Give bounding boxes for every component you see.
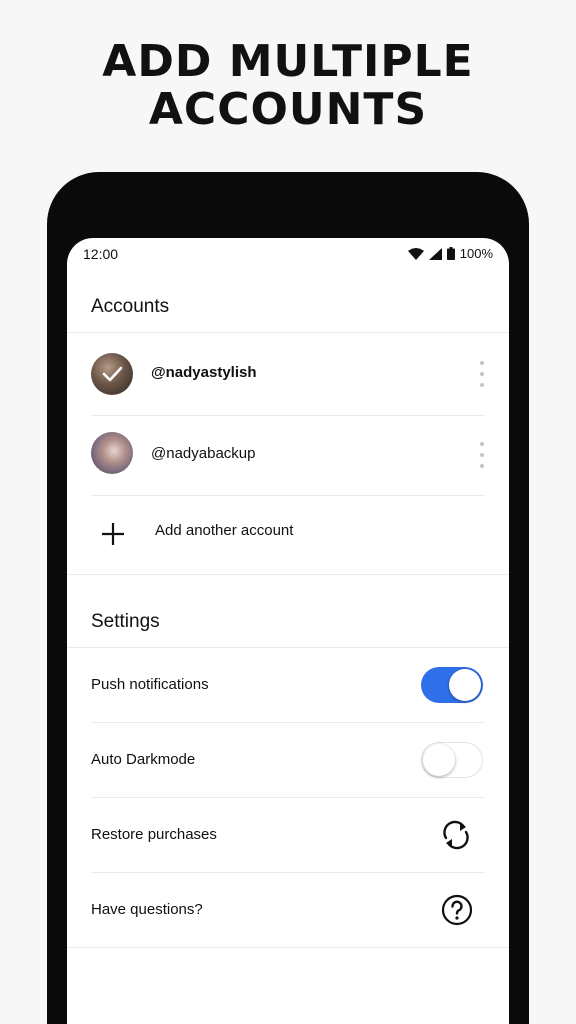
refresh-icon[interactable]: [439, 818, 473, 852]
more-options-icon[interactable]: [477, 361, 487, 387]
promo-headline: ADD MULTIPLE ACCOUNTS: [0, 38, 576, 134]
headline-line-1: ADD MULTIPLE: [102, 36, 474, 87]
battery-percent: 100%: [459, 246, 493, 261]
accounts-title: Accounts: [91, 296, 170, 317]
setting-label: Have questions?: [91, 901, 203, 918]
account-username: @nadyabackup: [151, 445, 256, 462]
setting-row-restore-purchases[interactable]: Restore purchases: [67, 798, 509, 872]
setting-row-auto-darkmode: Auto Darkmode: [67, 723, 509, 797]
check-icon: [102, 366, 123, 382]
headline-line-2: ACCOUNTS: [148, 84, 428, 135]
settings-title: Settings: [91, 611, 160, 632]
setting-row-push-notifications: Push notifications: [67, 648, 509, 722]
signal-icon: [428, 247, 442, 260]
add-account-button[interactable]: Add another account: [67, 496, 509, 574]
add-account-label: Add another account: [155, 522, 294, 539]
help-icon[interactable]: [441, 894, 473, 926]
status-bar: 12:00 100%: [67, 238, 509, 272]
account-row-nadyastylish[interactable]: @nadyastylish: [67, 333, 509, 415]
more-options-icon[interactable]: [477, 442, 487, 468]
toggle-knob: [423, 744, 455, 776]
wifi-icon: [407, 247, 424, 260]
avatar: [91, 353, 133, 395]
plus-icon: [102, 523, 124, 545]
avatar: [91, 432, 133, 474]
auto-darkmode-toggle[interactable]: [421, 742, 483, 778]
phone-screen: 12:00 100% Accounts @nadyastylish @nadya…: [67, 238, 509, 1024]
push-notifications-toggle[interactable]: [421, 667, 483, 703]
battery-icon: [446, 247, 455, 260]
setting-label: Push notifications: [91, 676, 209, 693]
account-row-nadyabackup[interactable]: @nadyabackup: [67, 416, 509, 496]
setting-label: Auto Darkmode: [91, 751, 196, 768]
status-time: 12:00: [83, 246, 119, 262]
toggle-knob: [449, 669, 481, 701]
setting-label: Restore purchases: [91, 826, 217, 843]
divider: [67, 574, 509, 575]
status-icons: 100%: [407, 246, 493, 261]
setting-row-have-questions[interactable]: Have questions?: [67, 873, 509, 947]
account-username: @nadyastylish: [151, 364, 257, 381]
divider: [67, 947, 509, 948]
